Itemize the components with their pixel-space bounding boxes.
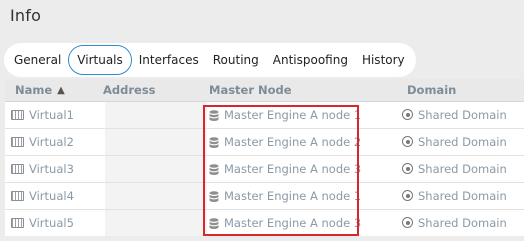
master-node-value: Master Engine A node 1 [224, 108, 362, 122]
name-value: Virtual1 [29, 108, 74, 122]
address-cell [105, 156, 207, 182]
domain-cell: Shared Domain [402, 183, 507, 209]
table-row[interactable]: Virtual1 Master Engine A node 1 Shared D… [5, 102, 524, 129]
name-value: Virtual4 [29, 189, 74, 203]
domain-icon [402, 109, 413, 120]
domain-value: Shared Domain [418, 135, 507, 149]
domain-value: Shared Domain [418, 189, 507, 203]
page-title: Info [10, 6, 42, 25]
master-node-cell: Master Engine A node 1 [209, 102, 361, 128]
table-row[interactable]: Virtual5 Master Engine A node 3 Shared D… [5, 210, 524, 236]
tab-virtuals[interactable]: Virtuals [68, 45, 132, 75]
virtual-interface-icon [11, 109, 24, 120]
virtuals-table: Name ▲ Address Master Node Domain Virtual… [5, 79, 524, 236]
domain-value: Shared Domain [418, 216, 507, 230]
tab-routing[interactable]: Routing [206, 45, 266, 75]
master-node-cell: Master Engine A node 2 [209, 129, 361, 155]
domain-icon [402, 190, 413, 201]
master-node-cell: Master Engine A node 3 [209, 210, 361, 236]
master-node-value: Master Engine A node 1 [224, 189, 362, 203]
domain-icon [402, 217, 413, 228]
database-icon [209, 163, 219, 176]
address-cell [105, 183, 207, 209]
column-header-domain[interactable]: Domain [407, 79, 456, 101]
domain-cell: Shared Domain [402, 129, 507, 155]
name-cell: Virtual4 [11, 183, 74, 209]
name-cell: Virtual2 [11, 129, 74, 155]
name-cell: Virtual3 [11, 156, 74, 182]
master-node-value: Master Engine A node 3 [224, 216, 362, 230]
virtual-interface-icon [11, 163, 24, 174]
master-node-value: Master Engine A node 3 [224, 162, 362, 176]
domain-cell: Shared Domain [402, 102, 507, 128]
domain-cell: Shared Domain [402, 210, 507, 236]
name-value: Virtual3 [29, 162, 74, 176]
column-header-master-node[interactable]: Master Node [209, 79, 292, 101]
domain-icon [402, 163, 413, 174]
database-icon [209, 109, 219, 122]
domain-icon [402, 136, 413, 147]
address-cell [105, 129, 207, 155]
master-node-cell: Master Engine A node 3 [209, 156, 361, 182]
tab-antispoofing[interactable]: Antispoofing [266, 45, 355, 75]
tab-general[interactable]: General [7, 45, 68, 75]
virtual-interface-icon [11, 136, 24, 147]
virtual-interface-icon [11, 190, 24, 201]
domain-value: Shared Domain [418, 162, 507, 176]
domain-cell: Shared Domain [402, 156, 507, 182]
database-icon [209, 217, 219, 230]
name-value: Virtual2 [29, 135, 74, 149]
database-icon [209, 190, 219, 203]
address-cell [105, 210, 207, 236]
name-value: Virtual5 [29, 216, 74, 230]
table-row[interactable]: Virtual4 Master Engine A node 1 Shared D… [5, 183, 524, 210]
column-header-address[interactable]: Address [103, 79, 156, 101]
tab-history[interactable]: History [355, 45, 412, 75]
name-cell: Virtual5 [11, 210, 74, 236]
domain-value: Shared Domain [418, 108, 507, 122]
master-node-value: Master Engine A node 2 [224, 135, 362, 149]
column-header-name-label: Name [15, 83, 53, 97]
master-node-cell: Master Engine A node 1 [209, 183, 361, 209]
table-row[interactable]: Virtual3 Master Engine A node 3 Shared D… [5, 156, 524, 183]
table-header: Name ▲ Address Master Node Domain [5, 79, 524, 102]
tab-interfaces[interactable]: Interfaces [132, 45, 206, 75]
column-header-name[interactable]: Name ▲ [15, 79, 65, 101]
table-row[interactable]: Virtual2 Master Engine A node 2 Shared D… [5, 129, 524, 156]
tab-bar: General Virtuals Interfaces Routing Anti… [4, 43, 416, 77]
name-cell: Virtual1 [11, 102, 74, 128]
caret-up-icon: ▲ [57, 85, 65, 96]
address-cell [105, 102, 207, 128]
database-icon [209, 136, 219, 149]
virtual-interface-icon [11, 217, 24, 228]
